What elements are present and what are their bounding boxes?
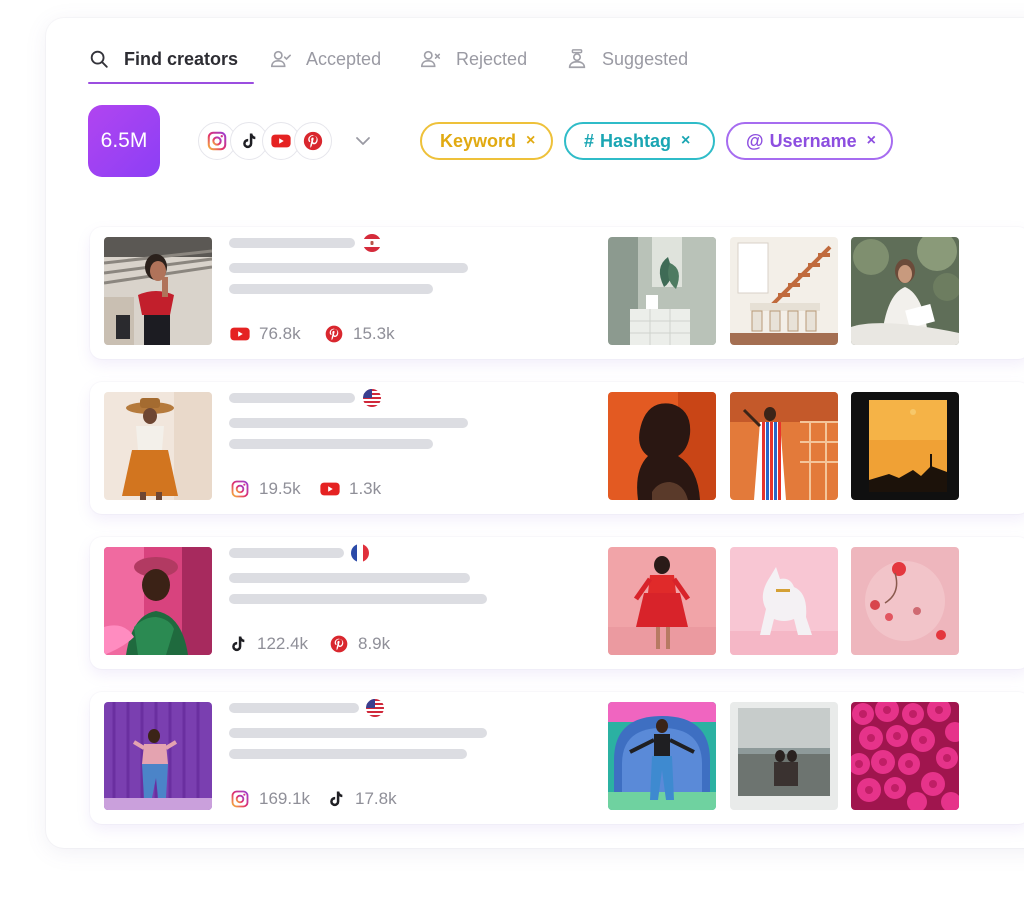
tiktok-icon <box>326 789 346 809</box>
stat-value: 8.9k <box>358 634 391 653</box>
keyword-filter-chip[interactable]: Keyword × <box>420 122 553 160</box>
username-filter-chip[interactable]: @ Username × <box>726 122 893 160</box>
instagram-icon <box>230 479 250 499</box>
pinterest-icon <box>324 324 344 344</box>
results-count-badge: 6.5M <box>88 105 160 177</box>
search-icon <box>88 48 110 70</box>
suggested-user-icon <box>566 48 588 70</box>
post-thumbnail[interactable] <box>851 392 959 500</box>
stat-value: 1.3k <box>349 479 382 498</box>
chip-label: Username <box>769 130 857 151</box>
creator-card[interactable]: 122.4k 8.9k <box>90 537 1024 669</box>
stat-value: 17.8k <box>355 789 397 808</box>
tab-suggested[interactable]: Suggested <box>566 34 688 84</box>
creator-avatar <box>104 547 212 655</box>
creator-avatar <box>104 392 212 500</box>
tab-accepted[interactable]: Accepted <box>270 34 420 84</box>
post-thumbnail[interactable] <box>730 237 838 345</box>
close-icon[interactable]: × <box>681 132 690 150</box>
youtube-icon <box>270 130 292 152</box>
creator-avatar <box>104 237 212 345</box>
user-check-icon <box>270 48 292 70</box>
follower-stat: 76.8k <box>229 323 301 345</box>
post-thumbnail[interactable] <box>730 392 838 500</box>
name-placeholder <box>229 703 359 713</box>
tiktok-icon <box>239 131 259 151</box>
post-thumbnail[interactable] <box>851 547 959 655</box>
bio-placeholder <box>229 439 433 449</box>
name-placeholder <box>229 238 355 248</box>
tab-rejected[interactable]: Rejected <box>420 34 566 84</box>
follower-stat: 169.1k <box>229 788 310 810</box>
creator-card[interactable]: 169.1k 17.8k <box>90 692 1024 824</box>
bio-placeholder <box>229 594 487 604</box>
close-icon[interactable]: × <box>867 132 876 150</box>
flag-us-icon <box>363 389 381 407</box>
youtube-icon <box>229 323 251 345</box>
bio-placeholder <box>229 284 433 294</box>
tab-bar: Find creators Accepted Rejected Suggeste… <box>88 34 688 84</box>
flag-france-icon <box>351 544 369 562</box>
flag-us-icon <box>366 699 384 717</box>
chip-label: Hashtag <box>600 130 672 151</box>
stat-value: 19.5k <box>259 479 301 498</box>
follower-stat: 122.4k <box>227 633 308 655</box>
post-thumbnail[interactable] <box>851 702 959 810</box>
post-thumbnail[interactable] <box>608 392 716 500</box>
bio-placeholder <box>229 418 468 428</box>
creator-card[interactable]: 76.8k 15.3k <box>90 227 1024 359</box>
name-placeholder <box>229 548 344 558</box>
tiktok-icon <box>228 634 248 654</box>
user-x-icon <box>420 48 442 70</box>
bio-placeholder <box>229 263 468 273</box>
tab-label: Suggested <box>602 48 689 69</box>
pinterest-icon <box>302 130 324 152</box>
creator-avatar <box>104 702 212 810</box>
stat-value: 122.4k <box>257 634 309 653</box>
chevron-down-icon[interactable] <box>354 133 372 149</box>
tab-find-creators[interactable]: Find creators <box>88 34 255 84</box>
bio-placeholder <box>229 728 487 738</box>
platform-pinterest[interactable] <box>294 122 332 160</box>
instagram-icon <box>230 789 250 809</box>
close-icon[interactable]: × <box>526 132 535 150</box>
hashtag-filter-chip[interactable]: # Hashtag × <box>564 122 715 160</box>
post-thumbnail[interactable] <box>730 702 838 810</box>
bio-placeholder <box>229 749 467 759</box>
stat-value: 15.3k <box>353 324 395 343</box>
hashtag-icon: # <box>584 130 595 151</box>
tab-label: Find creators <box>124 48 239 69</box>
instagram-icon <box>206 130 228 152</box>
follower-stat: 1.3k <box>319 478 381 500</box>
bio-placeholder <box>229 573 470 583</box>
pinterest-icon <box>329 634 349 654</box>
follower-stat: 19.5k <box>229 478 301 500</box>
follower-stat: 8.9k <box>328 633 390 655</box>
tab-label: Rejected <box>456 48 528 69</box>
youtube-icon <box>319 478 341 500</box>
tab-label: Accepted <box>306 48 382 69</box>
follower-stat: 15.3k <box>323 323 395 345</box>
follower-stat: 17.8k <box>325 788 397 810</box>
post-thumbnail[interactable] <box>730 547 838 655</box>
post-thumbnail[interactable] <box>608 547 716 655</box>
creator-card[interactable]: 19.5k 1.3k <box>90 382 1024 514</box>
stat-value: 76.8k <box>259 324 301 343</box>
name-placeholder <box>229 393 355 403</box>
chip-label: Keyword <box>440 130 517 151</box>
post-thumbnail[interactable] <box>851 237 959 345</box>
stat-value: 169.1k <box>259 789 311 808</box>
post-thumbnail[interactable] <box>608 702 716 810</box>
platform-selector[interactable] <box>198 122 332 160</box>
at-sign-icon: @ <box>746 130 764 151</box>
flag-peru-icon <box>363 234 381 252</box>
post-thumbnail[interactable] <box>608 237 716 345</box>
